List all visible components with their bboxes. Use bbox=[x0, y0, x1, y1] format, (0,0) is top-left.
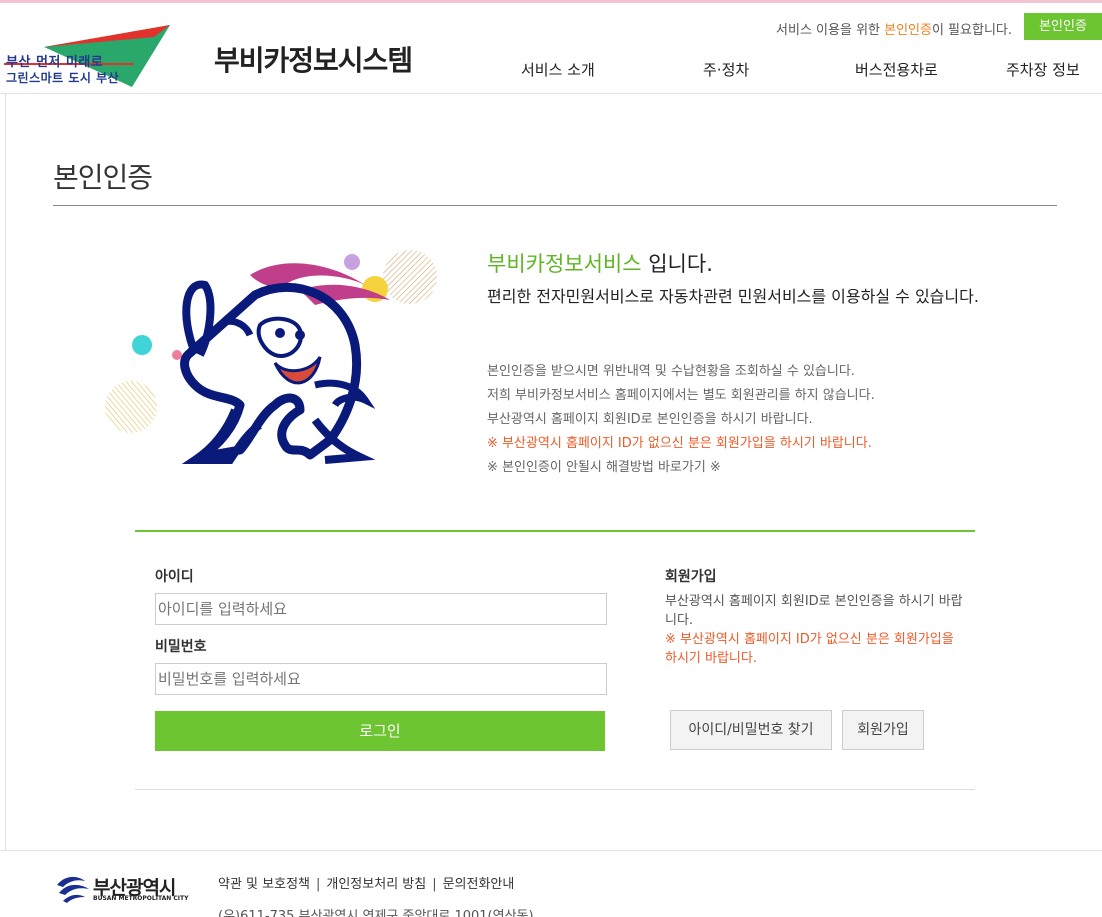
auth-notice-prefix: 서비스 이용을 위한 bbox=[776, 23, 885, 38]
busan-slogan-logo[interactable]: 부산 먼저 미래로 그린스마트 도시 부산 bbox=[4, 25, 170, 87]
find-id-password-button[interactable]: 아이디/비밀번호 찾기 bbox=[670, 710, 832, 750]
intro-subtitle: 편리한 전자민원서비스로 자동차관련 민원서비스를 이용하실 수 있습니다. bbox=[487, 287, 979, 306]
site-title[interactable]: 부비카정보시스템 bbox=[214, 39, 413, 79]
page-title: 본인인증 bbox=[53, 161, 153, 194]
join-button[interactable]: 회원가입 bbox=[842, 710, 924, 750]
logo-slogan-line1: 부산 먼저 미래로 bbox=[6, 55, 104, 70]
footer-link-privacy[interactable]: 개인정보처리 방침 bbox=[326, 877, 426, 892]
footer-logo-english: BUSAN METROPOLITAN CITY bbox=[93, 895, 189, 902]
footer-separator: | bbox=[432, 877, 437, 892]
auth-notice-highlight: 본인인증 bbox=[884, 23, 932, 38]
auth-notice: 서비스 이용을 위한 본인인증이 필요합니다. bbox=[776, 19, 1012, 38]
intro-title: 부비카정보서비스 입니다. bbox=[487, 248, 713, 278]
footer-separator: | bbox=[316, 877, 321, 892]
intro-title-suffix: 입니다. bbox=[641, 252, 713, 276]
id-input[interactable] bbox=[155, 593, 607, 625]
nav-parking-info[interactable]: 주차장 정보 bbox=[1006, 59, 1080, 80]
join-description: 부산광역시 홈페이지 회원ID로 본인인증을 하시기 바랍니다. bbox=[665, 594, 963, 628]
info-line: 본인인증을 받으시면 위반내역 및 수납현황을 조회하실 수 있습니다. bbox=[487, 364, 855, 379]
footer-address: (우)611-735 부산광역시 연제구 중앙대로 1001(연산동) bbox=[218, 909, 534, 917]
login-button[interactable]: 로그인 bbox=[155, 711, 605, 751]
password-input[interactable] bbox=[155, 663, 607, 695]
intro-service-name: 부비카정보서비스 bbox=[487, 252, 642, 276]
footer-link-terms[interactable]: 약관 및 보호정책 bbox=[218, 877, 310, 892]
auth-notice-suffix: 이 필요합니다. bbox=[931, 23, 1012, 38]
busan-emblem-icon bbox=[57, 876, 89, 903]
nav-parking-stop[interactable]: 주·정차 bbox=[703, 59, 749, 80]
auth-button[interactable]: 본인인증 bbox=[1024, 13, 1102, 40]
form-bottom-divider bbox=[135, 789, 975, 790]
footer: 부산광역시 BUSAN METROPOLITAN CITY 약관 및 보호정책 |… bbox=[0, 850, 1102, 917]
nav-service-intro[interactable]: 서비스 소개 bbox=[521, 59, 595, 80]
mascot-illustration bbox=[105, 250, 437, 464]
header: 부산 먼저 미래로 그린스마트 도시 부산 부비카정보시스템 서비스 이용을 위… bbox=[0, 3, 1102, 94]
join-warning: ※ 부산광역시 홈페이지 ID가 없으신 분은 회원가입을 하시기 바랍니다. bbox=[665, 632, 954, 666]
nav-bus-lane[interactable]: 버스전용차로 bbox=[855, 59, 938, 80]
info-line: 저희 부비카정보서비스 홈페이지에서는 별도 회원관리를 하지 않습니다. bbox=[487, 388, 875, 403]
footer-link-contact[interactable]: 문의전화안내 bbox=[443, 877, 515, 892]
password-label: 비밀번호 bbox=[155, 639, 207, 655]
title-divider bbox=[53, 205, 1057, 206]
busan-city-logo[interactable]: 부산광역시 BUSAN METROPOLITAN CITY bbox=[55, 871, 189, 907]
logo-slogan-line2: 그린스마트 도시 부산 bbox=[6, 71, 120, 85]
footer-links: 약관 및 보호정책 | 개인정보처리 방침 | 문의전화안내 bbox=[218, 873, 514, 892]
join-title: 회원가입 bbox=[665, 569, 717, 585]
id-label: 아이디 bbox=[155, 569, 194, 585]
login-section-divider bbox=[135, 530, 975, 532]
info-line: 부산광역시 홈페이지 회원ID로 본인인증을 하시기 바랍니다. bbox=[487, 412, 813, 427]
info-warning-line: ※ 부산광역시 홈페이지 ID가 없으신 분은 회원가입을 하시기 바랍니다. bbox=[487, 436, 872, 451]
left-border bbox=[0, 94, 6, 850]
auth-troubleshoot-link[interactable]: ※ 본인인증이 안될시 해결방법 바로가기 ※ bbox=[487, 456, 721, 475]
